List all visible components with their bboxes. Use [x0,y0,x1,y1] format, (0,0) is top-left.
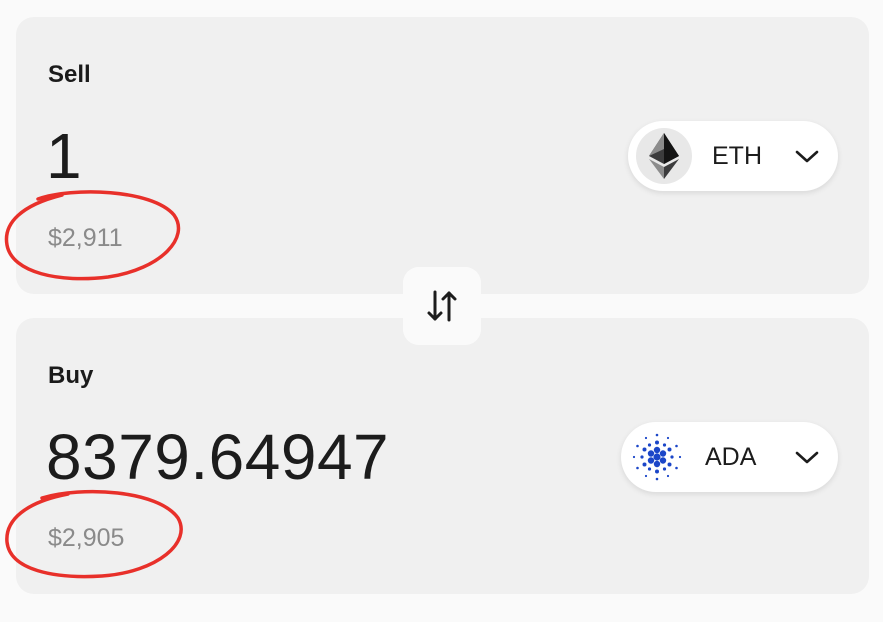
swap-button-face [403,267,481,345]
chevron-down-icon [795,150,819,163]
swap-direction-button[interactable] [403,267,481,345]
buy-token-selector[interactable]: ADA [621,422,838,492]
buy-usd-value: $2,905 [48,524,125,552]
buy-token-symbol: ADA [705,442,757,471]
sell-token-symbol: ETH [712,141,762,170]
sell-token-selector[interactable]: ETH [628,121,838,191]
sell-label: Sell [48,61,91,88]
sell-usd-value: $2,911 [48,224,123,252]
cardano-logo-icon [629,429,685,485]
buy-amount-input[interactable]: 8379.64947 [46,420,389,494]
buy-panel: Buy 8379.64947 $2,905 ADA [16,318,869,594]
buy-label: Buy [48,362,94,389]
swap-arrows-icon [427,290,457,322]
ethereum-logo-icon [636,128,692,184]
sell-panel: Sell 1 $2,911 ETH [16,17,869,294]
chevron-down-icon [795,451,819,464]
sell-amount-input[interactable]: 1 [46,119,82,193]
